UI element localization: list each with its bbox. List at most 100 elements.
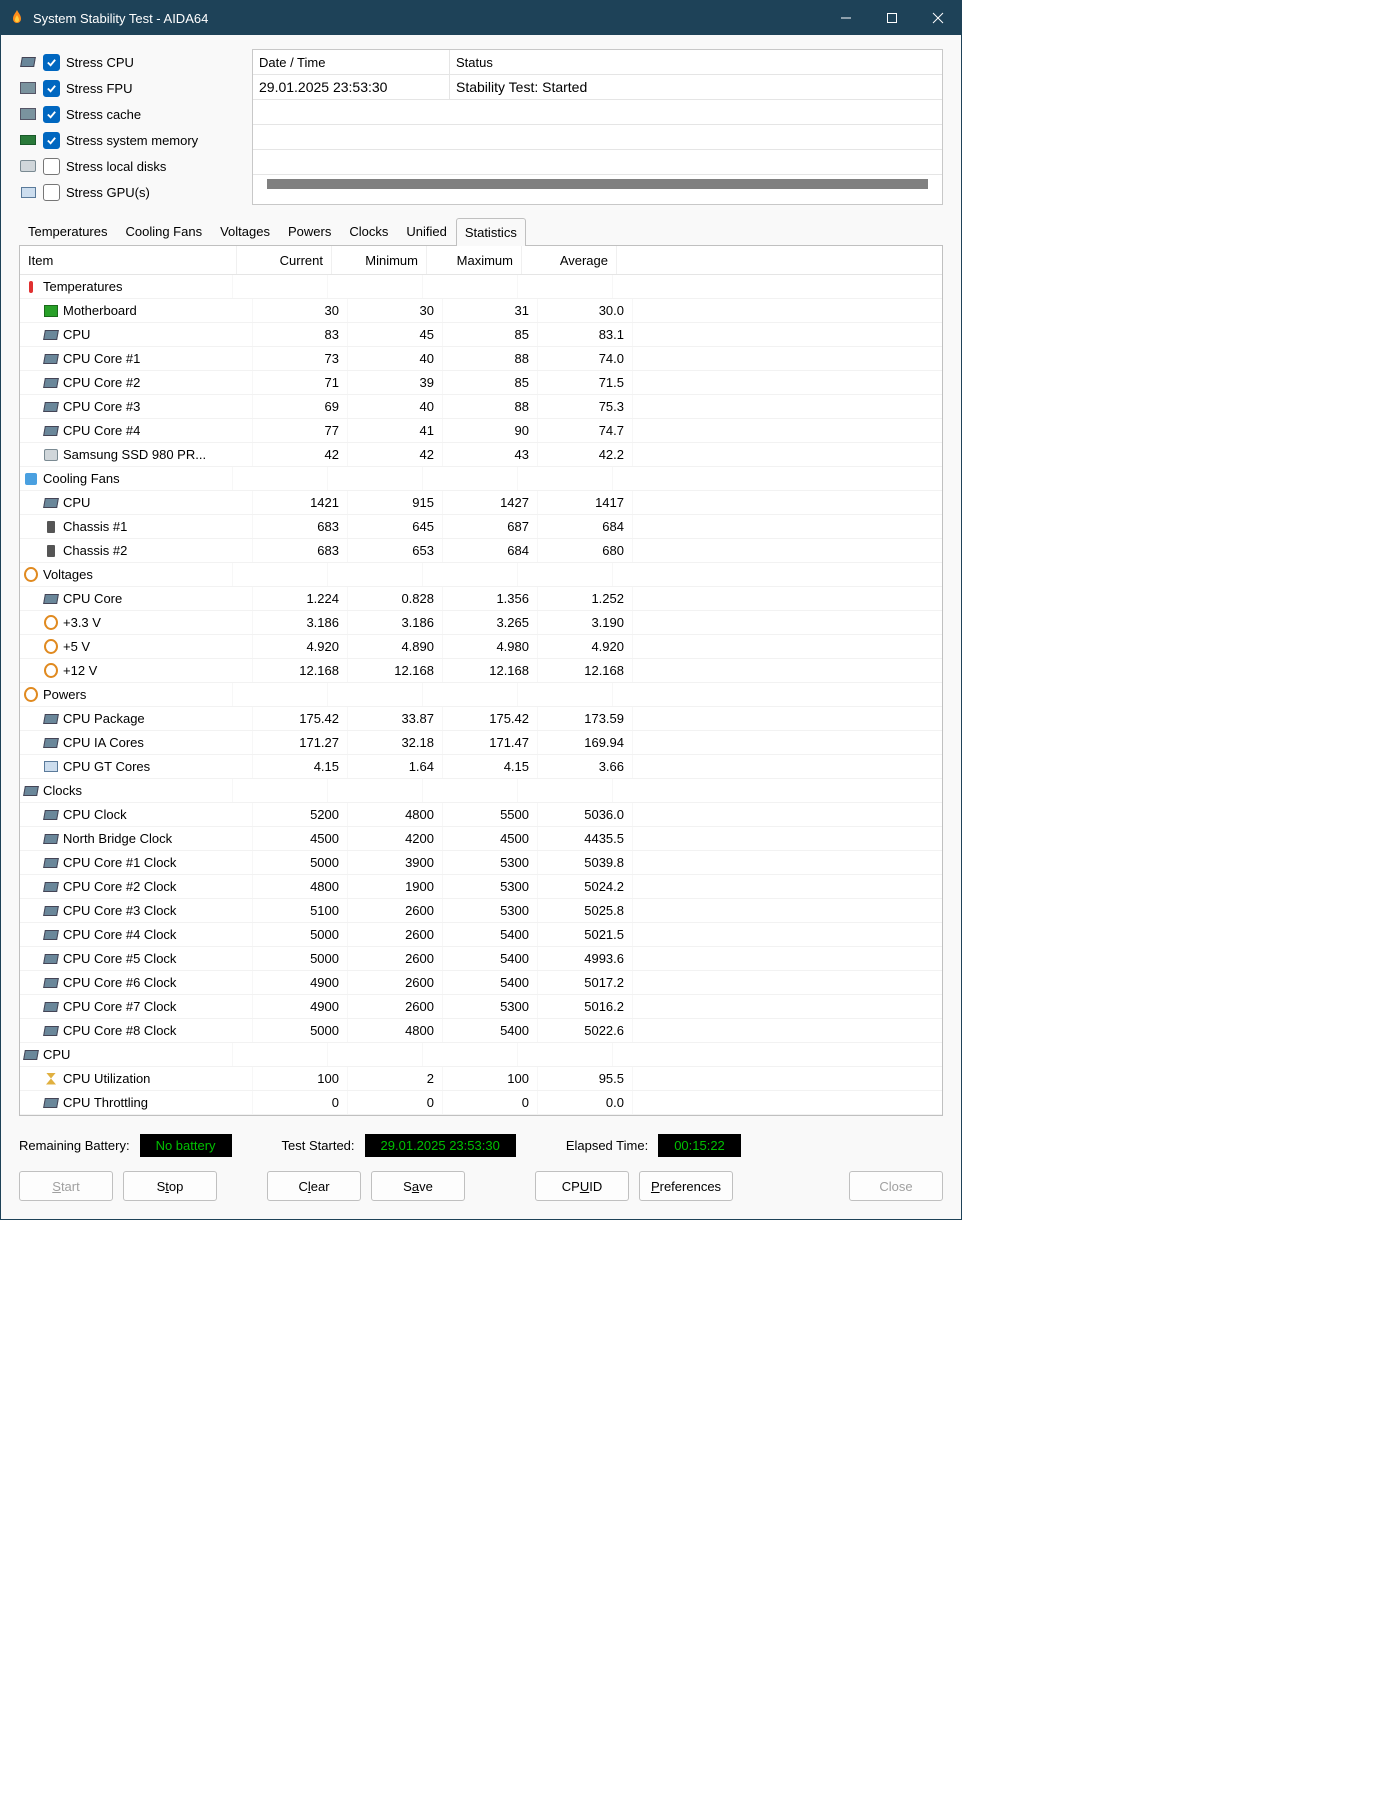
col-item[interactable]: Item bbox=[20, 246, 237, 274]
test-started-value: 29.01.2025 23:53:30 bbox=[365, 1134, 516, 1157]
section-title: Clocks bbox=[20, 779, 233, 802]
stress-checkbox[interactable] bbox=[43, 158, 60, 175]
tab-temperatures[interactable]: Temperatures bbox=[19, 217, 116, 245]
col-minimum[interactable]: Minimum bbox=[332, 246, 427, 274]
battery-label: Remaining Battery: bbox=[19, 1138, 130, 1153]
cell-value: 85 bbox=[443, 323, 538, 346]
data-row: Chassis #1683645687684 bbox=[20, 515, 942, 539]
cell-value: 5024.2 bbox=[538, 875, 633, 898]
app-icon bbox=[9, 10, 25, 26]
stress-checkbox[interactable] bbox=[43, 80, 60, 97]
cell-value: 5022.6 bbox=[538, 1019, 633, 1042]
stress-label[interactable]: Stress CPU bbox=[66, 55, 134, 70]
close-button[interactable] bbox=[915, 1, 961, 35]
data-row: +5 V4.9204.8904.9804.920 bbox=[20, 635, 942, 659]
row-item: CPU Package bbox=[20, 707, 253, 730]
cell-value: 5500 bbox=[443, 803, 538, 826]
cache-icon bbox=[19, 107, 37, 121]
row-item: CPU Core #3 Clock bbox=[20, 899, 253, 922]
row-item: +5 V bbox=[20, 635, 253, 658]
cell-value: 4800 bbox=[253, 875, 348, 898]
section-title: Temperatures bbox=[20, 275, 233, 298]
hd-icon bbox=[44, 545, 58, 557]
cell-value: 169.94 bbox=[538, 731, 633, 754]
maximize-button[interactable] bbox=[869, 1, 915, 35]
save-button[interactable]: Save bbox=[371, 1171, 465, 1201]
cell-value: 4.890 bbox=[348, 635, 443, 658]
row-item: CPU Clock bbox=[20, 803, 253, 826]
row-item: Samsung SSD 980 PR... bbox=[20, 443, 253, 466]
stress-label[interactable]: Stress FPU bbox=[66, 81, 132, 96]
cell-value: 41 bbox=[348, 419, 443, 442]
cell-value: 30.0 bbox=[538, 299, 633, 322]
section-header: Temperatures bbox=[20, 275, 942, 299]
cell-value: 5017.2 bbox=[538, 971, 633, 994]
stop-button[interactable]: Stop bbox=[123, 1171, 217, 1201]
col-maximum[interactable]: Maximum bbox=[427, 246, 522, 274]
cell-value: 5300 bbox=[443, 851, 538, 874]
data-row: North Bridge Clock4500420045004435.5 bbox=[20, 827, 942, 851]
cpu-icon bbox=[44, 905, 58, 917]
log-scrollbar[interactable] bbox=[267, 179, 928, 189]
cell-value: 88 bbox=[443, 395, 538, 418]
tab-voltages[interactable]: Voltages bbox=[211, 217, 279, 245]
stress-checkbox[interactable] bbox=[43, 184, 60, 201]
cell-value: 73 bbox=[253, 347, 348, 370]
cell-value: 173.59 bbox=[538, 707, 633, 730]
clear-button[interactable]: Clear bbox=[267, 1171, 361, 1201]
cell-value: 1900 bbox=[348, 875, 443, 898]
data-row: +12 V12.16812.16812.16812.168 bbox=[20, 659, 942, 683]
data-row: Samsung SSD 980 PR...42424342.2 bbox=[20, 443, 942, 467]
stress-checkbox[interactable] bbox=[43, 106, 60, 123]
section-title: Cooling Fans bbox=[20, 467, 233, 490]
cell-value: 4993.6 bbox=[538, 947, 633, 970]
data-row: CPU IA Cores171.2732.18171.47169.94 bbox=[20, 731, 942, 755]
stress-label[interactable]: Stress GPU(s) bbox=[66, 185, 150, 200]
data-row: CPU83458583.1 bbox=[20, 323, 942, 347]
hd-icon bbox=[44, 521, 58, 533]
start-button[interactable]: Start bbox=[19, 1171, 113, 1201]
cpuid-button[interactable]: CPUID bbox=[535, 1171, 629, 1201]
cell-value: 30 bbox=[348, 299, 443, 322]
stress-label[interactable]: Stress local disks bbox=[66, 159, 166, 174]
cell-value: 0 bbox=[348, 1091, 443, 1114]
col-average[interactable]: Average bbox=[522, 246, 617, 274]
tab-clocks[interactable]: Clocks bbox=[340, 217, 397, 245]
stress-label[interactable]: Stress cache bbox=[66, 107, 141, 122]
stress-checkbox[interactable] bbox=[43, 132, 60, 149]
cell-value: 33.87 bbox=[348, 707, 443, 730]
close-window-button[interactable]: Close bbox=[849, 1171, 943, 1201]
stress-checkbox[interactable] bbox=[43, 54, 60, 71]
cell-value: 2600 bbox=[348, 995, 443, 1018]
cell-value: 5000 bbox=[253, 1019, 348, 1042]
cpu-icon bbox=[44, 929, 58, 941]
cell-value: 5400 bbox=[443, 1019, 538, 1042]
tab-statistics[interactable]: Statistics bbox=[456, 218, 526, 246]
cell-value: 5100 bbox=[253, 899, 348, 922]
data-row: CPU Core #8 Clock5000480054005022.6 bbox=[20, 1019, 942, 1043]
volt-icon bbox=[44, 665, 58, 677]
cell-value: 1421 bbox=[253, 491, 348, 514]
tab-powers[interactable]: Powers bbox=[279, 217, 340, 245]
cpu-icon bbox=[44, 401, 58, 413]
preferences-button[interactable]: Preferences bbox=[639, 1171, 733, 1201]
cell-value: 4800 bbox=[348, 803, 443, 826]
data-row: +3.3 V3.1863.1863.2653.190 bbox=[20, 611, 942, 635]
cell-value: 1417 bbox=[538, 491, 633, 514]
therm-icon bbox=[24, 281, 38, 293]
data-row: CPU Core #2 Clock4800190053005024.2 bbox=[20, 875, 942, 899]
stress-label[interactable]: Stress system memory bbox=[66, 133, 198, 148]
tab-cooling-fans[interactable]: Cooling Fans bbox=[116, 217, 211, 245]
gpu-icon bbox=[44, 761, 58, 773]
test-started-label: Test Started: bbox=[282, 1138, 355, 1153]
col-current[interactable]: Current bbox=[237, 246, 332, 274]
row-item: +3.3 V bbox=[20, 611, 253, 634]
cell-value: 5016.2 bbox=[538, 995, 633, 1018]
tab-unified[interactable]: Unified bbox=[397, 217, 455, 245]
minimize-button[interactable] bbox=[823, 1, 869, 35]
section-header: Cooling Fans bbox=[20, 467, 942, 491]
hour-icon bbox=[44, 1073, 58, 1085]
log-panel: Date / Time Status 29.01.2025 23:53:30St… bbox=[252, 49, 943, 205]
cell-value: 175.42 bbox=[253, 707, 348, 730]
cpu-icon bbox=[44, 833, 58, 845]
